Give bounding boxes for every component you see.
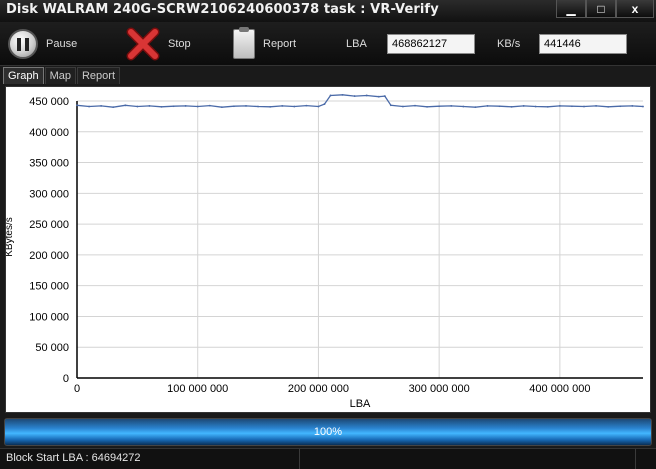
data-point <box>595 105 597 107</box>
data-point <box>486 105 489 107</box>
data-point <box>426 105 428 108</box>
data-point <box>546 105 549 108</box>
data-point <box>329 94 332 97</box>
data-point <box>184 105 187 107</box>
data-point <box>619 105 622 108</box>
data-point <box>353 95 356 97</box>
window-title: Disk WALRAM 240G-SCRW2106240600378 task … <box>6 2 439 17</box>
x-tick-label: 400 000 000 <box>529 383 590 395</box>
x-tick-label: 200 000 000 <box>288 383 349 395</box>
status-segment-empty <box>300 449 636 469</box>
tab-strip: Graph Map Report <box>3 67 121 85</box>
data-point <box>510 105 513 108</box>
data-point <box>642 105 644 108</box>
maximize-button[interactable]: □ <box>586 0 616 18</box>
y-tick-label: 400 000 <box>29 127 69 139</box>
y-tick-label: 100 000 <box>29 311 69 323</box>
lba-label: LBA <box>346 38 367 50</box>
speed-chart: 0 50 000 100 000 150 000 200 000 250 000 300 0… <box>6 93 644 410</box>
data-point <box>88 105 90 108</box>
data-point <box>112 106 115 109</box>
data-point <box>450 105 453 107</box>
stop-label: Stop <box>168 38 191 50</box>
data-point <box>438 105 441 108</box>
data-point <box>607 105 610 108</box>
y-tick-label: 0 <box>63 373 69 385</box>
data-point <box>257 105 259 108</box>
x-axis-label: LBA <box>350 398 371 410</box>
data-point <box>571 105 573 108</box>
title-bar: Disk WALRAM 240G-SCRW2106240600378 task … <box>0 0 656 22</box>
tab-graph[interactable]: Graph <box>3 67 44 84</box>
minimize-button[interactable]: ▁ <box>556 0 586 18</box>
close-button[interactable]: x <box>616 0 654 18</box>
data-point <box>474 106 477 109</box>
report-label: Report <box>263 38 297 50</box>
y-tick-label: 300 000 <box>29 188 69 200</box>
data-point <box>172 105 175 108</box>
data-point <box>269 105 272 108</box>
pause-button[interactable]: Pause <box>8 22 77 66</box>
red-x-icon <box>126 27 160 61</box>
data-point <box>583 105 585 108</box>
progress-label: 100% <box>313 426 343 438</box>
data-point <box>124 104 127 107</box>
data-point <box>281 105 284 107</box>
progress-bar: 100% <box>4 418 652 446</box>
data-point <box>148 105 151 107</box>
data-point <box>365 94 368 97</box>
data-point <box>305 104 308 107</box>
block-start-status: Block Start LBA : 64694272 <box>0 449 300 469</box>
data-point <box>462 105 465 108</box>
y-tick-label: 150 000 <box>29 281 69 293</box>
data-point <box>100 105 103 107</box>
data-point <box>389 104 392 107</box>
x-tick-label: 0 <box>74 383 80 395</box>
x-tick-label: 100 000 000 <box>167 383 228 395</box>
toolbar: Pause Stop Report LBA 468862127 KB/s 441… <box>0 22 656 66</box>
tab-map[interactable]: Map <box>44 67 76 84</box>
stop-button[interactable]: Stop <box>126 22 191 66</box>
lba-field[interactable]: 468862127 <box>387 34 475 54</box>
data-point <box>233 105 235 108</box>
y-tick-label: 450 000 <box>29 96 69 108</box>
kbs-field[interactable]: 441446 <box>539 34 627 54</box>
data-point <box>76 104 78 107</box>
graph-panel: 0 50 000 100 000 150 000 200 000 250 000 300 0… <box>5 86 651 413</box>
data-point <box>522 105 525 107</box>
y-tick-label: 250 000 <box>29 219 69 231</box>
data-point <box>245 105 247 107</box>
window-controls: ▁ □ x <box>556 0 654 18</box>
data-point <box>208 104 211 107</box>
pause-label: Pause <box>46 38 78 50</box>
data-point <box>196 105 199 108</box>
data-point <box>383 95 386 97</box>
clipboard-icon <box>233 27 255 59</box>
y-tick-label: 350 000 <box>29 158 69 170</box>
y-tick-label: 50 000 <box>35 342 69 354</box>
data-point <box>377 95 380 98</box>
y-axis-label: KBytes/s <box>6 217 15 256</box>
report-button[interactable]: Report <box>233 22 296 66</box>
data-point <box>631 105 634 107</box>
pause-icon <box>8 29 38 59</box>
status-bar: Block Start LBA : 64694272 <box>0 448 656 469</box>
tab-report[interactable]: Report <box>76 67 121 84</box>
kbs-label: KB/s <box>497 38 521 50</box>
data-point <box>160 105 163 108</box>
data-point <box>558 105 561 107</box>
data-point <box>414 104 416 107</box>
data-point <box>534 105 537 108</box>
data-point <box>341 93 344 96</box>
data-point <box>317 105 320 108</box>
data-point <box>323 103 326 105</box>
data-point <box>293 105 296 108</box>
data-point <box>220 106 223 109</box>
data-point <box>402 105 404 108</box>
data-point <box>498 105 501 108</box>
x-tick-label: 300 000 000 <box>409 383 470 395</box>
y-tick-label: 200 000 <box>29 250 69 262</box>
data-point <box>136 105 139 108</box>
